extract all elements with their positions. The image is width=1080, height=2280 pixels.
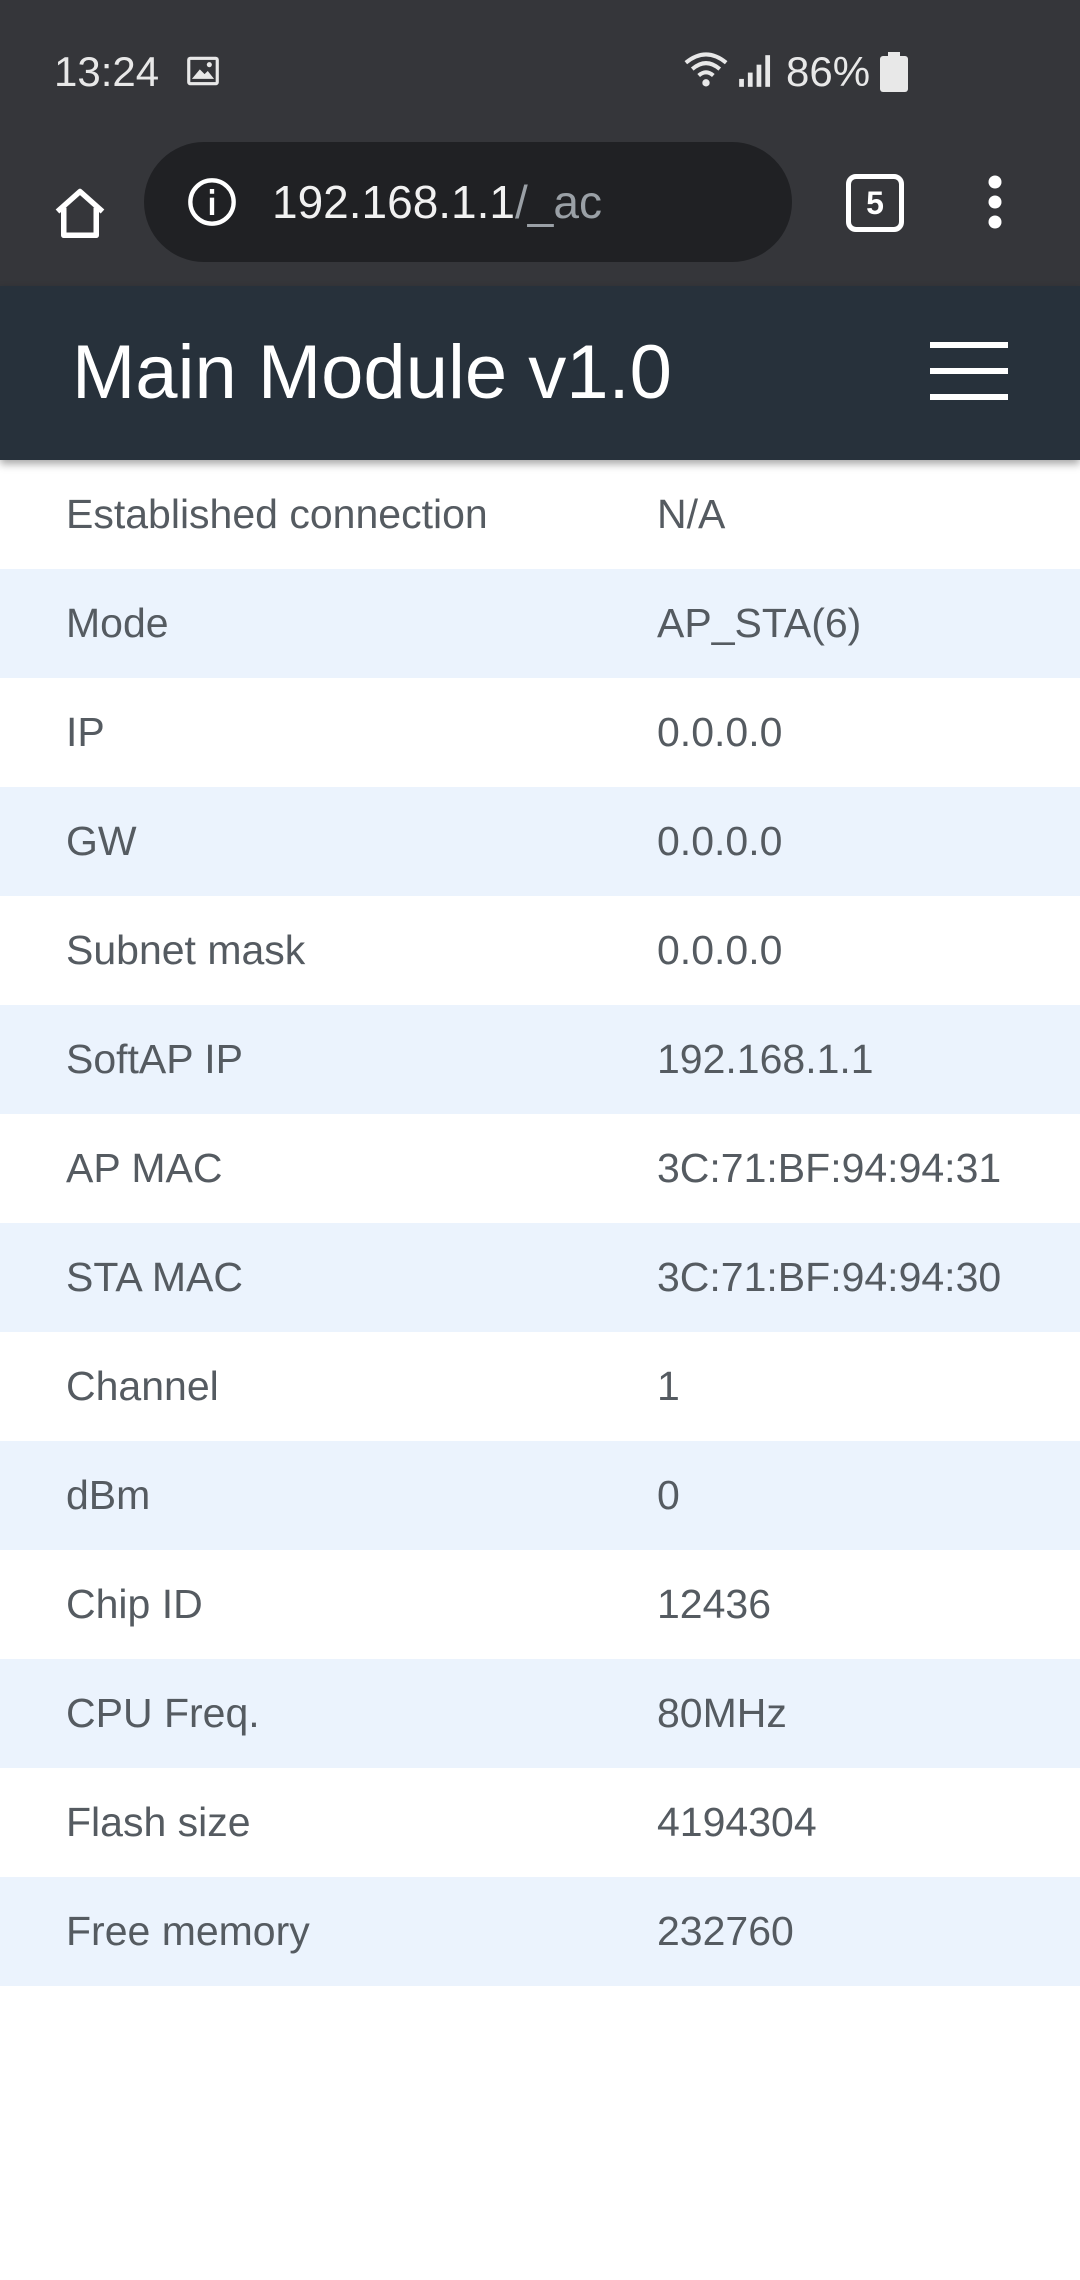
home-icon	[55, 188, 105, 238]
table-row: Chip ID 12436	[0, 1550, 1080, 1659]
row-label: Free memory	[66, 1908, 310, 1954]
page-title: Main Module v1.0	[72, 330, 672, 415]
url-path: /_ac	[515, 176, 602, 228]
row-value: 1	[657, 1363, 680, 1409]
tab-switcher-button[interactable]: 5	[846, 174, 904, 232]
url-host: 192.168.1.1	[272, 176, 516, 228]
row-value: 3C:71:BF:94:94:30	[657, 1254, 1002, 1300]
battery-icon	[880, 52, 908, 92]
row-value: 4194304	[657, 1799, 817, 1845]
table-row: STA MAC 3C:71:BF:94:94:30	[0, 1223, 1080, 1332]
row-label: STA MAC	[66, 1254, 243, 1300]
row-value: 12436	[657, 1581, 772, 1627]
table-row: Flash size 4194304	[0, 1768, 1080, 1877]
row-label: SoftAP IP	[66, 1036, 244, 1082]
row-label: CPU Freq.	[66, 1690, 260, 1736]
more-options-icon[interactable]	[970, 172, 1020, 232]
home-button[interactable]	[38, 172, 122, 256]
row-label: Chip ID	[66, 1581, 203, 1627]
row-value: N/A	[657, 491, 726, 537]
table-row: Mode AP_STA(6)	[0, 569, 1080, 678]
row-value: 232760	[657, 1908, 794, 1954]
gallery-icon	[187, 56, 219, 86]
status-bar: 13:24 86%	[0, 0, 1080, 142]
row-value: AP_STA(6)	[657, 600, 862, 646]
battery-percentage: 86%	[786, 48, 871, 95]
url-text[interactable]: 192.168.1.1/_ac	[272, 172, 602, 232]
table-row: AP MAC 3C:71:BF:94:94:31	[0, 1114, 1080, 1223]
row-value: 80MHz	[657, 1690, 787, 1736]
row-label: Flash size	[66, 1799, 251, 1845]
row-label: Subnet mask	[66, 927, 306, 973]
row-value: 0.0.0.0	[657, 818, 783, 864]
url-bar[interactable]: 192.168.1.1/_ac	[144, 142, 792, 262]
table-row: GW 0.0.0.0	[0, 787, 1080, 896]
row-label: Channel	[66, 1363, 219, 1409]
row-label: AP MAC	[66, 1145, 223, 1191]
hamburger-menu-icon[interactable]	[930, 342, 1008, 402]
info-icon[interactable]	[186, 176, 238, 228]
signal-icon	[739, 55, 771, 87]
browser-toolbar: 192.168.1.1/_ac 5	[0, 142, 1080, 286]
row-label: IP	[66, 709, 105, 755]
row-value: 192.168.1.1	[657, 1036, 874, 1082]
row-value: 3C:71:BF:94:94:31	[657, 1145, 1002, 1191]
table-row: Established connection N/A	[0, 460, 1080, 569]
table-row: IP 0.0.0.0	[0, 678, 1080, 787]
info-table: Established connection N/A Mode AP_STA(6) IP…	[0, 460, 1080, 1986]
row-label: Mode	[66, 600, 169, 646]
row-label: Established connection	[66, 491, 488, 537]
table-row: Channel 1	[0, 1332, 1080, 1441]
table-row: dBm 0	[0, 1441, 1080, 1550]
tab-count: 5	[866, 185, 884, 221]
row-label: GW	[66, 818, 137, 864]
row-value: 0.0.0.0	[657, 709, 783, 755]
table-row: Free memory 232760	[0, 1877, 1080, 1986]
table-row: SoftAP IP 192.168.1.1	[0, 1005, 1080, 1114]
table-row: CPU Freq. 80MHz	[0, 1659, 1080, 1768]
row-value: 0	[657, 1472, 680, 1518]
row-label: dBm	[66, 1472, 151, 1518]
wifi-icon	[684, 52, 728, 87]
table-row: Subnet mask 0.0.0.0	[0, 896, 1080, 1005]
row-value: 0.0.0.0	[657, 927, 783, 973]
app-header: Main Module v1.0	[0, 286, 1080, 460]
status-time: 13:24	[54, 48, 160, 95]
